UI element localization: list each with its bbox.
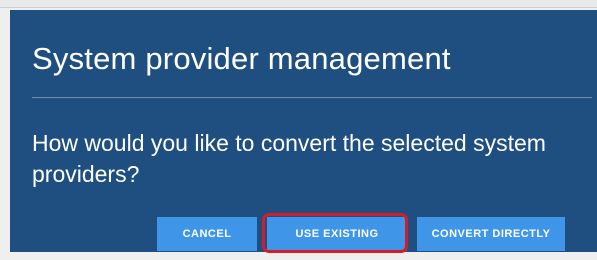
dialog-actions: CANCEL USE EXISTING CONVERT DIRECTLY	[10, 217, 597, 251]
screenshot-canvas: System provider management How would you…	[0, 0, 597, 260]
window-top-edge	[0, 0, 597, 8]
use-existing-button[interactable]: USE EXISTING	[267, 217, 407, 251]
dialog-title: System provider management	[32, 41, 451, 76]
convert-directly-button[interactable]: CONVERT DIRECTLY	[417, 217, 565, 251]
dialog-message: How would you like to convert the select…	[32, 130, 546, 187]
system-provider-management-dialog: System provider management How would you…	[10, 10, 597, 253]
cancel-button[interactable]: CANCEL	[157, 217, 257, 251]
title-divider	[32, 97, 592, 98]
